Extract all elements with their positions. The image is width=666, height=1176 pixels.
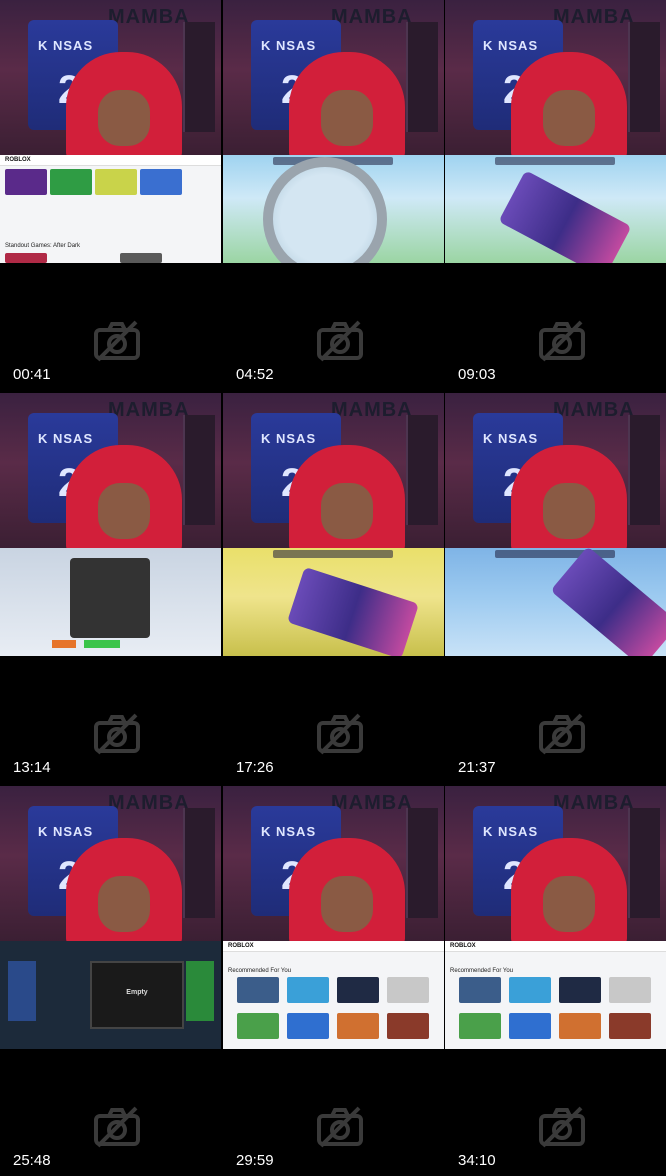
game-screen [223,548,444,656]
section-title: Recommended For You [228,968,292,974]
video-thumbnail[interactable]: MAMBA K NSAS 2 ROBLOX Recommended For Yo… [223,786,444,1176]
wall-text: MAMBA [108,399,190,421]
timestamp: 34:10 [458,1152,496,1169]
camera-off-icon [94,320,140,362]
poster-text: K NSAS [261,824,317,839]
placeholder [537,1104,587,1150]
video-thumbnail[interactable]: MAMBA K NSAS 2 13:14 [0,393,221,783]
placeholder [315,318,365,364]
section-title: Recommended For You [450,968,514,974]
roblox-logo: ROBLOX [228,943,254,949]
placeholder [92,318,142,364]
camera-off-icon [317,320,363,362]
roblox-logo: ROBLOX [5,157,31,163]
timestamp: 29:59 [236,1152,274,1169]
webcam-frame: MAMBA K NSAS 2 [223,786,444,941]
game-screen [445,155,666,263]
poster-text: K NSAS [38,431,94,446]
thumbnail-grid: MAMBA K NSAS 2 ROBLOX Standout Games: Af… [0,0,666,1176]
camera-off-icon [317,1106,363,1148]
poster-text: K NSAS [38,824,94,839]
timestamp: 04:52 [236,366,274,383]
video-thumbnail[interactable]: MAMBA K NSAS 2 04:52 [223,0,444,390]
section-title: Standout Games: After Dark [5,243,81,249]
camera-off-icon [317,713,363,755]
wall-text: MAMBA [108,792,190,814]
placeholder [315,711,365,757]
timestamp: 21:37 [458,759,496,776]
video-thumbnail[interactable]: MAMBA K NSAS 2 21:37 [445,393,666,783]
video-thumbnail[interactable]: MAMBA K NSAS 2 Empty 25:48 [0,786,221,1176]
webcam-frame: MAMBA K NSAS 2 [445,786,666,941]
video-thumbnail[interactable]: MAMBA K NSAS 2 ROBLOX Standout Games: Af… [0,0,221,390]
timestamp: 09:03 [458,366,496,383]
timestamp: 00:41 [13,366,51,383]
camera-off-icon [94,1106,140,1148]
placeholder [92,711,142,757]
inventory-screen: Empty [0,941,221,1049]
wall-text: MAMBA [553,6,635,28]
video-thumbnail[interactable]: MAMBA K NSAS 2 09:03 [445,0,666,390]
video-thumbnail[interactable]: MAMBA K NSAS 2 17:26 [223,393,444,783]
webcam-frame: MAMBA K NSAS 2 [223,393,444,548]
wall-text: MAMBA [108,6,190,28]
empty-label: Empty [126,989,148,996]
poster-text: K NSAS [261,38,317,53]
webcam-frame: MAMBA K NSAS 2 [0,393,221,548]
placeholder [537,318,587,364]
timestamp: 25:48 [13,1152,51,1169]
timestamp: 13:14 [13,759,51,776]
game-screen [445,548,666,656]
webcam-frame: MAMBA K NSAS 2 [445,393,666,548]
video-thumbnail[interactable]: MAMBA K NSAS 2 ROBLOX Recommended For Yo… [445,786,666,1176]
wall-text: MAMBA [553,399,635,421]
roblox-recommended-screen: ROBLOX Recommended For You [445,941,666,1049]
webcam-frame: MAMBA K NSAS 2 [0,0,221,155]
camera-off-icon [539,1106,585,1148]
camera-off-icon [539,320,585,362]
wall-text: MAMBA [331,6,413,28]
webcam-frame: MAMBA K NSAS 2 [445,0,666,155]
game-menu-screen [0,548,221,656]
timestamp: 17:26 [236,759,274,776]
camera-off-icon [94,713,140,755]
poster-text: K NSAS [483,431,539,446]
placeholder [537,711,587,757]
webcam-frame: MAMBA K NSAS 2 [0,786,221,941]
poster-text: K NSAS [261,431,317,446]
poster-text: K NSAS [483,824,539,839]
poster-text: K NSAS [483,38,539,53]
camera-off-icon [539,713,585,755]
poster-text: K NSAS [38,38,94,53]
roblox-logo: ROBLOX [450,943,476,949]
wall-text: MAMBA [331,399,413,421]
game-screen-scope [223,155,444,263]
placeholder [315,1104,365,1150]
webcam-frame: MAMBA K NSAS 2 [223,0,444,155]
wall-text: MAMBA [331,792,413,814]
placeholder [92,1104,142,1150]
roblox-recommended-screen: ROBLOX Recommended For You [223,941,444,1049]
roblox-home-screen: ROBLOX Standout Games: After Dark [0,155,221,263]
wall-text: MAMBA [553,792,635,814]
